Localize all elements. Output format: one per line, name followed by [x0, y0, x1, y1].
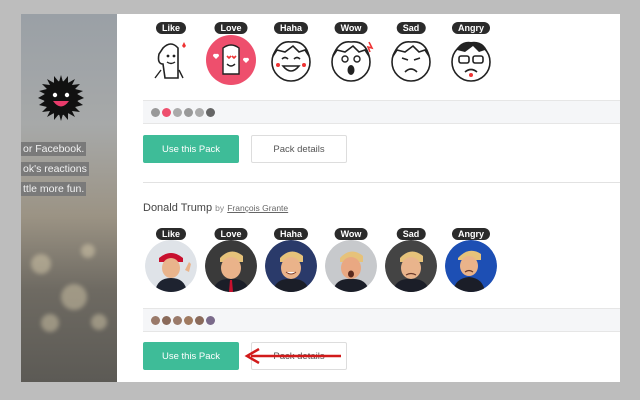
wow-photo-icon	[325, 240, 377, 292]
reaction-row: Like Love Haha Wow Sad Angry	[143, 228, 499, 298]
haha-doodle-icon	[271, 40, 311, 82]
mini-sad-icon	[195, 315, 204, 325]
bokeh-light	[41, 314, 59, 332]
promo-panel: or Facebook. ok's reactions ttle more fu…	[21, 14, 117, 382]
pack-author-link[interactable]: François Grante	[227, 203, 288, 213]
reaction-label: Haha	[273, 22, 309, 34]
pack-title: Donald Trump by François Grante	[143, 202, 288, 214]
mini-angry-icon	[206, 315, 215, 325]
reaction-angry: Angry	[443, 228, 499, 298]
sad-photo-icon	[385, 240, 437, 292]
love-doodle-icon	[206, 35, 256, 85]
reaction-label: Love	[214, 228, 248, 240]
browser-frame: or Facebook. ok's reactions ttle more fu…	[21, 14, 620, 382]
mascot-icon	[38, 75, 84, 121]
promo-text-line: ok's reactions	[21, 162, 89, 176]
mini-haha-icon	[173, 315, 182, 325]
mini-sad-icon	[195, 107, 204, 117]
reaction-haha: Haha	[263, 228, 319, 298]
reaction-label: Wow	[334, 228, 368, 240]
reaction-love: Love	[203, 228, 259, 298]
angry-photo-icon	[445, 240, 497, 292]
mini-love-icon	[162, 315, 171, 325]
reaction-like: Like	[143, 228, 199, 298]
love-photo-icon	[205, 240, 257, 292]
haha-photo-icon	[265, 240, 317, 292]
reaction-wow: Wow	[323, 22, 379, 92]
mini-haha-icon	[173, 107, 182, 117]
reaction-label: Angry	[451, 228, 491, 240]
reaction-love: Love	[203, 22, 259, 92]
reaction-wow: Wow	[323, 228, 379, 298]
reaction-sad: Sad	[383, 228, 439, 298]
mini-angry-icon	[206, 107, 215, 117]
reaction-angry: Angry	[443, 22, 499, 92]
reaction-preview-strip	[143, 308, 620, 332]
angry-doodle-icon	[451, 41, 491, 82]
wow-doodle-icon	[331, 40, 374, 82]
mini-wow-icon	[184, 107, 193, 117]
reaction-label: Sad	[396, 22, 426, 34]
pack-by: by	[215, 203, 225, 213]
promo-text-line: or Facebook.	[21, 142, 87, 156]
reaction-preview-strip	[143, 100, 620, 124]
reaction-label: Like	[155, 228, 187, 240]
bokeh-light	[81, 244, 95, 258]
bokeh-light	[61, 284, 87, 310]
reaction-label: Haha	[273, 228, 309, 240]
pack-name: Donald Trump	[143, 202, 213, 214]
pack-details-button[interactable]: Pack details	[251, 135, 347, 163]
mini-like-icon	[151, 315, 160, 325]
promo-text-line: ttle more fun.	[21, 182, 87, 196]
reaction-haha: Haha	[263, 22, 319, 92]
bokeh-light	[91, 314, 107, 330]
sad-doodle-icon	[391, 40, 431, 82]
use-pack-button[interactable]: Use this Pack	[143, 342, 239, 370]
use-pack-button[interactable]: Use this Pack	[143, 135, 239, 163]
red-arrow-annotation	[244, 348, 341, 364]
reaction-label: Wow	[334, 22, 368, 34]
mini-like-icon	[151, 107, 160, 117]
bokeh-light	[31, 254, 51, 274]
reaction-like: Like	[143, 22, 199, 92]
reaction-label: Angry	[451, 22, 491, 34]
like-photo-icon	[145, 240, 197, 292]
reaction-row: Like Love Haha Wow Sad Angry	[143, 22, 499, 92]
mini-love-icon	[162, 107, 171, 117]
reaction-label: Sad	[396, 228, 426, 240]
reaction-label: Like	[155, 22, 187, 34]
pack-divider	[143, 182, 620, 183]
reaction-label: Love	[214, 22, 248, 34]
packs-list: Like Love Haha Wow Sad Angry Use this Pa…	[117, 14, 620, 382]
reaction-sad: Sad	[383, 22, 439, 92]
like-doodle-icon	[154, 42, 186, 79]
mini-wow-icon	[184, 315, 193, 325]
